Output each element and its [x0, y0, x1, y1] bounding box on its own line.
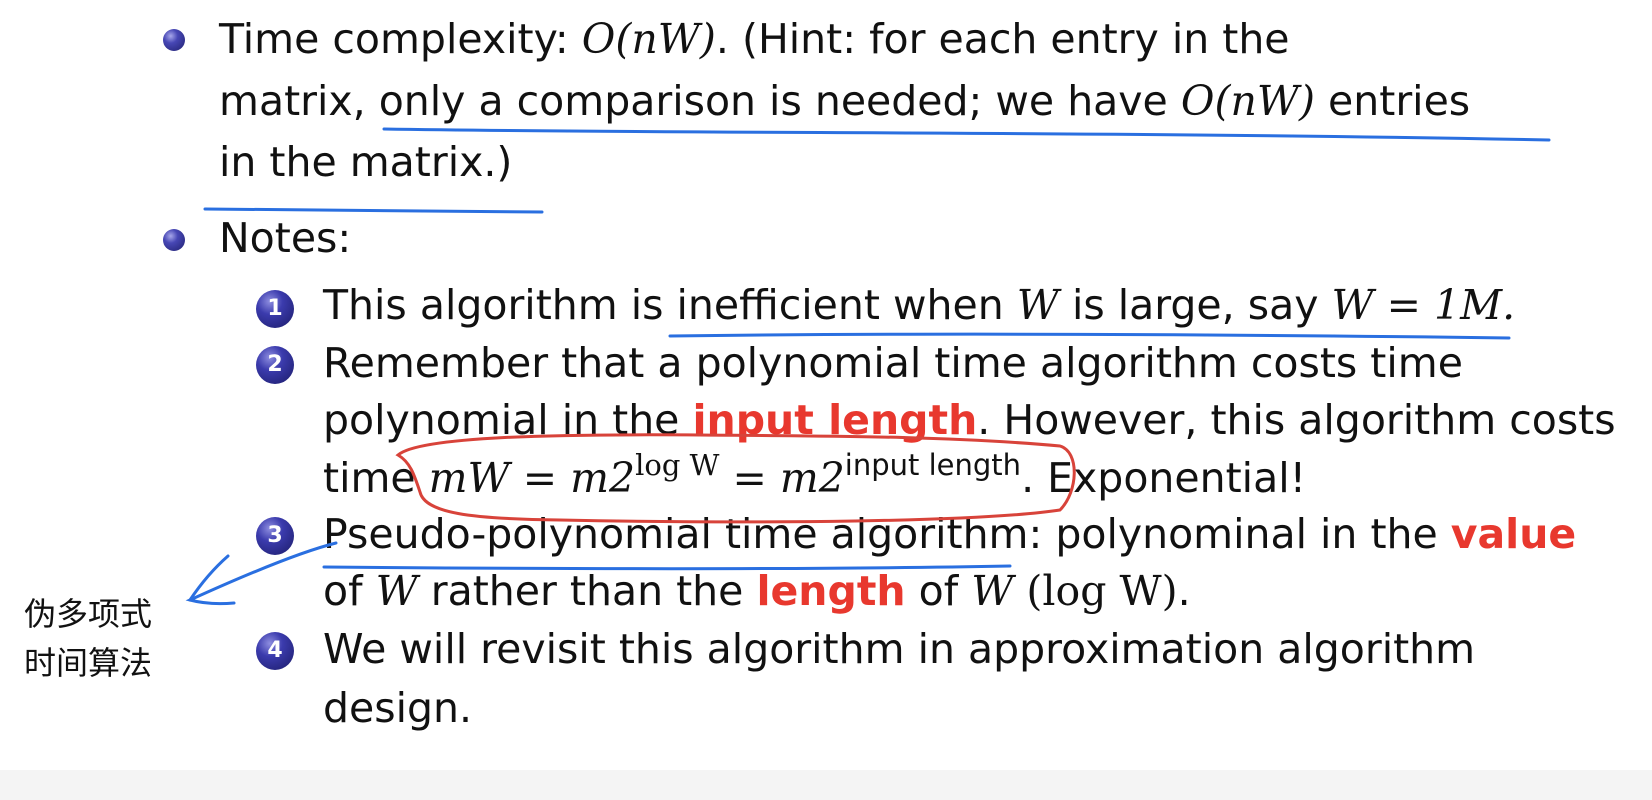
math-nw: (nW) [1214, 77, 1315, 125]
math-w-equals-1m: W = 1M. [1331, 281, 1516, 329]
math-log-w: (log W) [1013, 567, 1178, 615]
note-number-3: 3 [256, 517, 294, 555]
text: rather than the [417, 567, 757, 615]
annotation-line-2: 时间算法 [24, 644, 153, 682]
note-2-line-1: Remember that a polynomial time algorith… [323, 339, 1463, 387]
underline-in-the-matrix [203, 207, 544, 214]
math-w: W [1016, 281, 1059, 329]
highlight-input-length: input length [692, 396, 978, 444]
text: matrix, only a comparison is needed; we … [219, 77, 1181, 125]
highlight-value: value [1450, 510, 1577, 558]
note-3-line-2: of W rather than the length of W (log W)… [323, 571, 1191, 612]
math-superscript-log-w: log W [635, 448, 720, 482]
bullet-time-complexity-line-2: matrix, only a comparison is needed; we … [219, 81, 1470, 122]
note-number-2: 2 [256, 346, 294, 384]
bullet-dot-1 [163, 29, 185, 51]
text: of [323, 567, 376, 615]
text: polynomial in the [323, 396, 693, 444]
math-big-o: O [581, 15, 616, 63]
annotation-line-1: 伪多项式 [24, 595, 153, 633]
math-equals-m2: = m2 [719, 454, 845, 502]
note-3-line-1: Pseudo-polynomial time algorithm: polyno… [323, 514, 1576, 555]
note-4-line-1: We will revisit this algorithm in approx… [323, 625, 1476, 673]
note-1-text: This algorithm is inefficient when W is … [323, 285, 1515, 326]
text: . Exponential! [1021, 454, 1307, 502]
highlight-length: length [756, 567, 906, 615]
math-w: W [375, 567, 418, 615]
underline-inefficient [668, 332, 1511, 340]
text: . [1177, 567, 1191, 615]
note-4-line-2: design. [323, 684, 473, 732]
underline-comparison [382, 127, 1551, 142]
text: . (Hint: for each entry in the [715, 15, 1290, 63]
text: This algorithm is inefficient when [323, 281, 1017, 329]
bullet-time-complexity-line-3: in the matrix.) [219, 138, 513, 186]
arrow-head-stroke [188, 554, 230, 602]
text: Time complexity: [219, 15, 582, 63]
slide: Time complexity: O(nW). (Hint: for each … [0, 0, 1652, 800]
superscript-input-length: input length [844, 448, 1022, 482]
note-number-1: 1 [256, 290, 294, 328]
text: of [905, 567, 972, 615]
bottom-strip [0, 770, 1652, 800]
arrow-to-note-3 [185, 541, 338, 606]
text: time [323, 454, 429, 502]
math-w: W [971, 567, 1014, 615]
math-big-o: O [1180, 77, 1215, 125]
note-number-4: 4 [256, 632, 294, 670]
text: . However, this algorithm costs [977, 396, 1616, 444]
math-nw: (nW) [615, 15, 716, 63]
bullet-time-complexity-line-1: Time complexity: O(nW). (Hint: for each … [219, 19, 1290, 60]
text: entries [1315, 77, 1471, 125]
note-2-line-2: polynomial in the input length. However,… [323, 400, 1616, 441]
notes-heading: Notes: [219, 214, 352, 262]
text: is large, say [1058, 281, 1332, 329]
text: Pseudo-polynomial time algorithm: polyno… [323, 510, 1451, 558]
note-2-line-3: time mW = m2log W = m2input length. Expo… [323, 451, 1306, 499]
math-mw-equals-m2: mW = m2 [428, 454, 636, 502]
bullet-dot-2 [163, 229, 185, 251]
